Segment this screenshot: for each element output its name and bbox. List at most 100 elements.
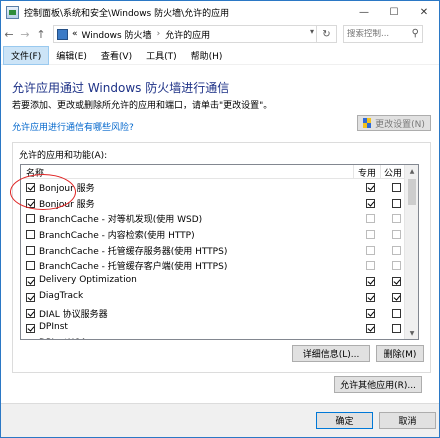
uac-shield-icon (363, 118, 372, 128)
enable-checkbox[interactable] (26, 277, 35, 287)
app-name: BranchCache - 托管缓存服务器(使用 HTTPS) (39, 246, 228, 257)
public-checkbox[interactable] (392, 245, 401, 255)
maximize-button[interactable]: ☐ (379, 1, 409, 23)
window-controls: — ☐ ✕ (349, 1, 439, 23)
search-input[interactable] (347, 29, 405, 39)
forward-arrow-icon[interactable]: → (17, 25, 33, 43)
control-panel-icon (6, 5, 19, 19)
private-checkbox[interactable] (366, 261, 375, 271)
private-checkbox[interactable] (366, 183, 375, 192)
vertical-scrollbar[interactable]: ▲ ▼ (404, 165, 418, 339)
up-arrow-icon[interactable]: ↑ (33, 25, 49, 43)
list-item[interactable]: BranchCache - 对等机发现(使用 WSD) (21, 211, 405, 227)
app-name: BranchCache - 托管缓存客户端(使用 HTTPS) (39, 262, 228, 273)
public-checkbox[interactable] (392, 277, 401, 287)
scroll-thumb[interactable] (408, 179, 416, 205)
private-checkbox[interactable] (366, 198, 375, 208)
list-rows: Bonjour 服务 Bonjour 服务 BranchCache - 对等机发现(… (21, 180, 405, 339)
list-item[interactable]: DPInstX64 (21, 337, 405, 339)
enable-checkbox[interactable] (26, 245, 35, 255)
close-button[interactable]: ✕ (409, 1, 439, 23)
refresh-icon[interactable]: ↻ (317, 25, 337, 43)
cancel-button[interactable]: 取消 (379, 412, 436, 429)
back-arrow-icon[interactable]: ← (1, 25, 17, 43)
public-checkbox[interactable] (392, 324, 401, 334)
public-checkbox[interactable] (392, 308, 401, 318)
firewall-icon (57, 28, 68, 40)
app-name: DPInst (39, 322, 68, 333)
public-checkbox[interactable] (392, 261, 401, 271)
chevron-down-icon[interactable]: ▾ (310, 27, 314, 36)
breadcrumb-item-firewall[interactable]: Windows 防火墙 (82, 28, 152, 41)
menu-file[interactable]: 文件(F) (3, 46, 50, 65)
window-title: 控制面板\系统和安全\Windows 防火墙\允许的应用 (24, 8, 230, 19)
menu-tools[interactable]: 工具(T) (139, 47, 184, 64)
instructions-text: 若要添加、更改或删除所允许的应用和端口，请单击"更改设置"。 (12, 101, 273, 111)
enable-checkbox[interactable] (26, 230, 35, 240)
private-checkbox[interactable] (366, 214, 375, 224)
menu-bar: 文件(F) 编辑(E) 查看(V) 工具(T) 帮助(H) (1, 46, 439, 65)
public-checkbox[interactable] (392, 292, 401, 302)
private-checkbox[interactable] (366, 230, 375, 240)
allowed-apps-list[interactable]: 名称 专用 公用 Bonjour 服务 Bonjour 服务 BranchCache… (20, 164, 419, 340)
public-checkbox[interactable] (392, 230, 401, 240)
allow-another-app-button[interactable]: 允许其他应用(R)... (334, 376, 422, 393)
app-name: Delivery Optimization (39, 275, 137, 286)
annotation-highlight-ellipse (10, 174, 76, 210)
menu-edit[interactable]: 编辑(E) (49, 47, 94, 64)
app-name: BranchCache - 对等机发现(使用 WSD) (39, 215, 203, 226)
list-header: 名称 专用 公用 (21, 165, 405, 179)
enable-checkbox[interactable] (26, 292, 35, 302)
column-header-private[interactable]: 专用 (358, 166, 376, 179)
menu-help[interactable]: 帮助(H) (184, 47, 230, 64)
enable-checkbox[interactable] (26, 308, 35, 318)
list-item[interactable]: BranchCache - 托管缓存服务器(使用 HTTPS) (21, 243, 405, 259)
dialog-footer: 确定 取消 (1, 403, 439, 437)
list-item[interactable]: BranchCache - 托管缓存客户端(使用 HTTPS) (21, 258, 405, 274)
column-header-public[interactable]: 公用 (384, 166, 402, 179)
app-name: BranchCache - 内容检索(使用 HTTP) (39, 231, 195, 242)
private-checkbox[interactable] (366, 245, 375, 255)
scroll-up-icon[interactable]: ▲ (405, 165, 418, 177)
breadcrumb-overflow[interactable]: « (72, 29, 78, 39)
public-checkbox[interactable] (392, 214, 401, 224)
private-checkbox[interactable] (366, 277, 375, 287)
risks-link[interactable]: 允许应用进行通信有哪些风险? (12, 120, 134, 133)
title-bar: 控制面板\系统和安全\Windows 防火墙\允许的应用 — ☐ ✕ (1, 1, 439, 23)
change-settings-button[interactable]: 更改设置(N) (357, 115, 431, 131)
app-name: DIAL 协议服务器 (39, 309, 108, 320)
list-item[interactable]: BranchCache - 内容检索(使用 HTTP) (21, 227, 405, 243)
address-bar: ← → ↑ « Windows 防火墙 › 允许的应用 ▾ ↻ ⚲ (1, 23, 439, 45)
search-box[interactable]: ⚲ (343, 25, 423, 43)
enable-checkbox[interactable] (26, 324, 35, 334)
menu-view[interactable]: 查看(V) (94, 47, 139, 64)
breadcrumb-separator: › (156, 29, 161, 39)
breadcrumb[interactable]: « Windows 防火墙 › 允许的应用 ▾ (53, 25, 317, 43)
list-item[interactable]: Bonjour 服务 (21, 196, 405, 212)
list-item[interactable]: Bonjour 服务 (21, 180, 405, 196)
enable-checkbox[interactable] (26, 261, 35, 271)
list-item[interactable]: DIAL 协议服务器 (21, 306, 405, 322)
private-checkbox[interactable] (366, 292, 375, 302)
remove-button[interactable]: 删除(M) (376, 345, 424, 362)
allowed-apps-group: 允许的应用和功能(A): 名称 专用 公用 Bonjour 服务 Bonjour … (12, 142, 431, 373)
app-name: DPInstX64 (39, 338, 86, 339)
minimize-button[interactable]: — (349, 1, 379, 23)
public-checkbox[interactable] (392, 183, 401, 192)
breadcrumb-item-allowed-apps[interactable]: 允许的应用 (165, 28, 210, 41)
ok-button[interactable]: 确定 (316, 412, 373, 429)
list-item[interactable]: Delivery Optimization (21, 274, 405, 290)
list-item[interactable]: DPInst (21, 321, 405, 337)
app-name: DiagTrack (39, 290, 84, 301)
details-button[interactable]: 详细信息(L)... (292, 345, 370, 362)
public-checkbox[interactable] (392, 198, 401, 208)
main-content: 允许应用通过 Windows 防火墙进行通信 若要添加、更改或删除所允许的应用和… (1, 67, 439, 403)
scroll-down-icon[interactable]: ▼ (405, 327, 418, 339)
private-checkbox[interactable] (366, 324, 375, 334)
search-icon[interactable]: ⚲ (412, 28, 419, 39)
private-checkbox[interactable] (366, 308, 375, 318)
list-item[interactable]: DiagTrack (21, 290, 405, 306)
enable-checkbox[interactable] (26, 214, 35, 224)
page-title: 允许应用通过 Windows 防火墙进行通信 (12, 81, 230, 95)
firewall-allowed-apps-window: 控制面板\系统和安全\Windows 防火墙\允许的应用 — ☐ ✕ ← → ↑… (0, 0, 440, 438)
